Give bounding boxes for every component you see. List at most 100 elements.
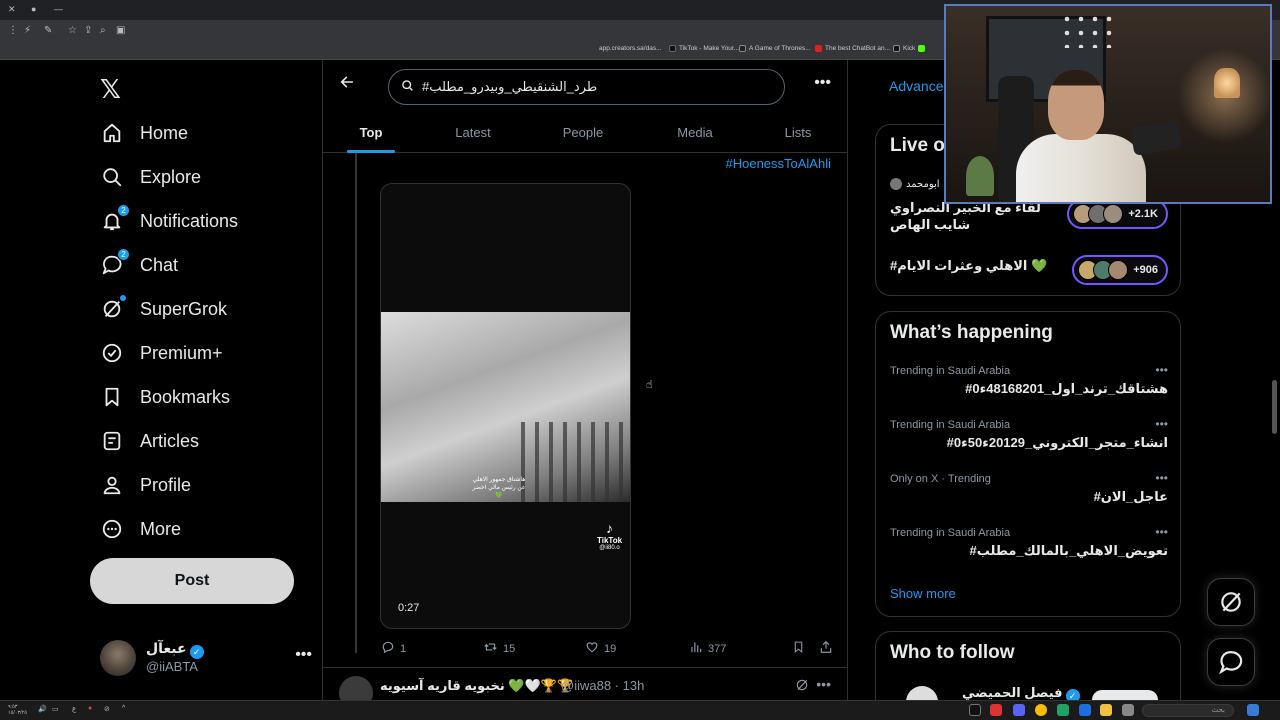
nav-item-profile[interactable]: Profile (100, 465, 191, 505)
advanced-search-link[interactable]: Advance (889, 78, 943, 94)
webcam-person-body (1016, 134, 1146, 202)
x-logo-icon[interactable]: 𝕏 (100, 74, 121, 105)
more-dots-icon[interactable]: ••• (1155, 363, 1168, 377)
mic-icon[interactable]: ● (88, 705, 92, 712)
scrollbar-thumb[interactable] (1272, 380, 1277, 434)
repost-button[interactable]: 15 (483, 640, 515, 657)
minimize-window-icon[interactable]: — (54, 4, 63, 14)
live-listener-count: +2.1K (1128, 208, 1158, 220)
nav-label: Premium+ (140, 342, 223, 363)
nav-item-explore[interactable]: Explore (100, 157, 201, 197)
bell-icon: 2 (100, 204, 130, 233)
search-query: #طرد_الشنقيطي_وبيدرو_مطلب (422, 79, 598, 94)
tiktok-app-icon[interactable] (969, 704, 981, 716)
search-icon (100, 165, 124, 189)
trend-item[interactable]: Only on X · Trending ••• #عاجل_الان (890, 471, 1168, 507)
nav-item-home[interactable]: Home (100, 113, 188, 153)
bookmark-item[interactable]: The best ChatBot an... (815, 45, 890, 52)
tweet-actions: 1 15 19 377 (381, 640, 841, 658)
nav-item-supergrok[interactable]: SuperGrok (100, 289, 227, 329)
chat-icon: 2 (100, 248, 130, 277)
video-player[interactable]: هاشتاق جمهور الاهلي عن رئيس مالي اخضر 💚 … (380, 183, 631, 629)
grok-icon (100, 295, 126, 321)
bookmark-item[interactable]: TikTok - Make Your... (669, 45, 739, 52)
more-dots-icon[interactable]: ••• (295, 646, 312, 664)
share-button[interactable] (819, 640, 838, 657)
app-icon[interactable] (1057, 704, 1069, 716)
close-window-icon[interactable]: ✕ (8, 4, 16, 15)
search-input[interactable]: #طرد_الشنقيطي_وبيدرو_مطلب (388, 69, 785, 105)
tab-lists[interactable]: Lists (775, 112, 821, 152)
bookmark-item[interactable]: app.creators.sa/das... (599, 45, 662, 52)
language-indicator[interactable]: ع (72, 705, 76, 713)
nav-label: Chat (140, 254, 179, 275)
next-tweet[interactable]: نخبويه قاريه آسيويه 💚🤍🏆🏆 @iiwa88 · 13h •… (323, 667, 847, 710)
more-dots-icon[interactable]: ••• (1155, 471, 1168, 485)
more-dots-icon[interactable]: ••• (814, 74, 831, 92)
post-button[interactable]: Post (90, 558, 294, 604)
taskbar-clock[interactable]: ٩:٥٣ ١٥/٠٣/٢٥ (8, 704, 27, 716)
restore-window-icon[interactable]: ● (31, 4, 36, 14)
webcam-plant (966, 156, 994, 196)
nav-item-chat[interactable]: 2 Chat (100, 245, 178, 285)
zoom-icon[interactable]: ⌕ (100, 25, 106, 36)
trend-context: Trending in Saudi Arabia (890, 527, 1011, 539)
chevron-up-icon[interactable]: ^ (122, 705, 125, 712)
trend-item[interactable]: Trending in Saudi Arabia ••• #هشتاقك_ترن… (890, 363, 1168, 399)
app-icon[interactable] (1079, 704, 1091, 716)
install-icon[interactable]: ▣ (116, 25, 125, 36)
nav-label: Explore (140, 166, 202, 187)
menu-dots-icon[interactable]: ⋮ (8, 25, 18, 36)
start-icon[interactable] (1247, 704, 1259, 716)
live-listeners-pill[interactable]: +906 (1072, 255, 1168, 285)
notification-badge: 2 (117, 204, 130, 217)
views-button[interactable]: 377 (689, 640, 726, 657)
nav-item-more[interactable]: More (100, 509, 181, 549)
tab-media[interactable]: Media (667, 112, 723, 152)
panel-title: Who to follow (890, 642, 1015, 663)
account-switcher[interactable]: عبعآل ✓ @iiABTA ••• (100, 638, 312, 678)
bookmark-button[interactable] (792, 640, 810, 657)
nav-item-articles[interactable]: Articles (100, 421, 199, 461)
grok-icon[interactable] (795, 678, 809, 695)
star-icon[interactable]: ☆ (68, 25, 77, 36)
app-icon[interactable] (990, 704, 1002, 716)
reply-button[interactable]: 1 (381, 640, 406, 657)
mute-icon[interactable]: ⊘ (104, 705, 110, 713)
like-button[interactable]: 19 (585, 640, 616, 657)
nav-item-notifications[interactable]: 2 Notifications (100, 201, 238, 241)
tab-latest[interactable]: Latest (445, 112, 501, 152)
grok-fab-button[interactable] (1207, 578, 1255, 626)
nav-item-bookmarks[interactable]: Bookmarks (100, 377, 230, 417)
file-explorer-icon[interactable] (1100, 704, 1112, 716)
live-space-title: #الاهلي وعثرات الايام 💚 (890, 258, 1048, 273)
extension-icon[interactable]: ✎ (44, 25, 52, 36)
network-icon[interactable]: ▭ (52, 705, 59, 713)
more-dots-icon[interactable]: ••• (816, 676, 831, 692)
nav-label: Articles (140, 430, 200, 451)
taskbar-search-input[interactable]: بحث (1142, 704, 1234, 717)
discord-icon[interactable] (1013, 704, 1025, 716)
messages-fab-button[interactable] (1207, 638, 1255, 686)
bookmark-item[interactable]: Kick (893, 45, 926, 52)
extension-icon[interactable]: ⚡ (24, 25, 31, 36)
app-icon[interactable] (1122, 704, 1134, 716)
trend-item[interactable]: Trending in Saudi Arabia ••• #تعويض_الاه… (890, 525, 1168, 561)
live-space-item[interactable]: #الاهلي وعثرات الايام 💚 +906 (890, 255, 1168, 289)
more-dots-icon[interactable]: ••• (1155, 525, 1168, 539)
tab-people[interactable]: People (553, 112, 613, 152)
tab-top[interactable]: Top (347, 112, 395, 153)
follow-suggestion[interactable]: فيصل الحميضي ✓ (890, 682, 1168, 702)
chrome-icon[interactable] (1035, 704, 1047, 716)
back-arrow-icon[interactable] (339, 74, 355, 95)
tweet-hashtag-link[interactable]: #HoenessToAlAhli (725, 156, 831, 171)
bookmark-item[interactable]: A Game of Thrones... (739, 45, 811, 52)
volume-icon[interactable]: 🔊 (38, 705, 47, 713)
share-icon[interactable]: ⇪ (84, 25, 92, 36)
trend-item[interactable]: Trending in Saudi Arabia ••• #انشاء_متجر… (890, 417, 1168, 453)
live-space-item[interactable]: لقاء مع الخبير النصراوي شايب الهاص +2.1K (890, 199, 1168, 235)
more-dots-icon[interactable]: ••• (1155, 417, 1168, 431)
whats-happening-panel: What’s happening Trending in Saudi Arabi… (875, 311, 1181, 617)
show-more-link[interactable]: Show more (890, 586, 956, 601)
nav-item-premium[interactable]: Premium+ (100, 333, 223, 373)
